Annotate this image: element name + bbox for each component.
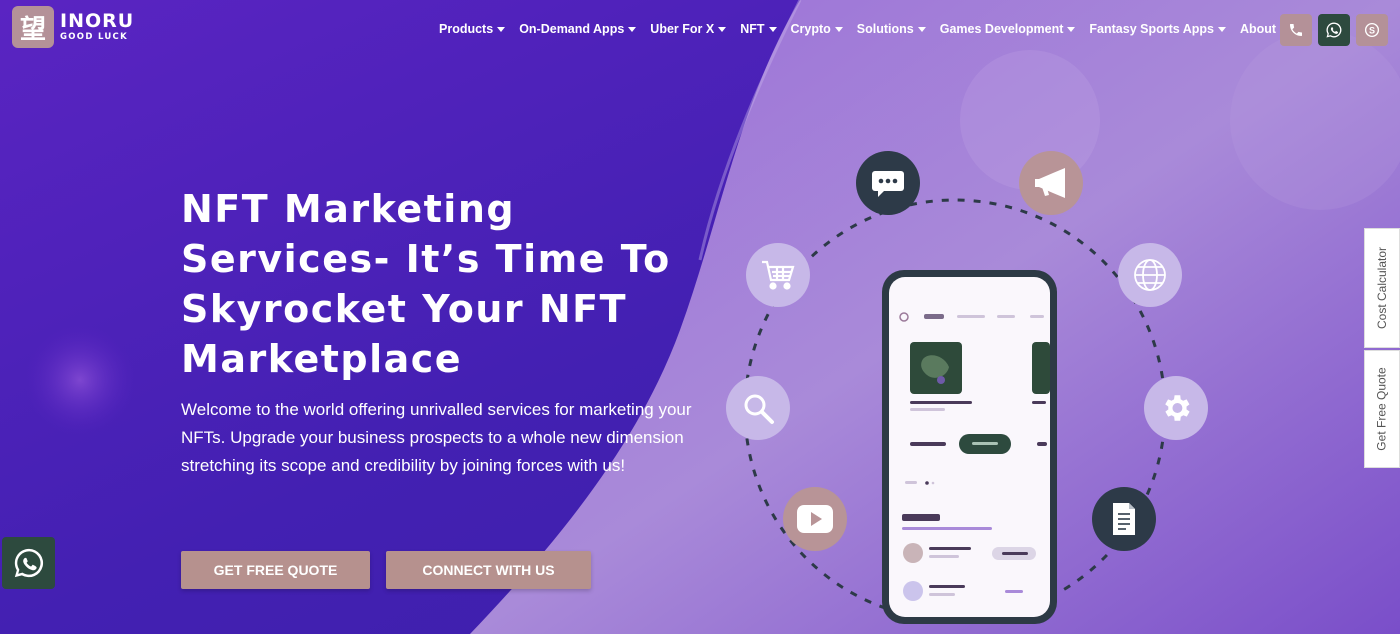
whatsapp-button[interactable] xyxy=(1318,14,1350,46)
megaphone-icon xyxy=(1019,151,1083,215)
nav-crypto[interactable]: Crypto xyxy=(791,22,843,36)
chevron-down-icon xyxy=(497,26,506,32)
nav-nft[interactable]: NFT xyxy=(740,22,777,36)
document-icon xyxy=(1092,487,1156,551)
logo-mark: 望 xyxy=(12,6,54,48)
chevron-down-icon xyxy=(834,26,843,32)
skype-icon: S xyxy=(1364,22,1380,38)
app-preview-graphic xyxy=(899,312,1050,601)
nav-games-development[interactable]: Games Development xyxy=(940,22,1076,36)
nav-products[interactable]: Products xyxy=(439,22,506,36)
cart-icon xyxy=(746,243,810,307)
svg-text:S: S xyxy=(1369,25,1375,35)
get-free-quote-button[interactable]: GET FREE QUOTE xyxy=(181,551,370,589)
video-play-icon xyxy=(783,487,847,551)
chat-icon xyxy=(856,151,920,215)
hero-title: NFT Marketing Services- It’s Time To Sky… xyxy=(181,187,671,381)
get-free-quote-tab[interactable]: Get Free Quote xyxy=(1364,350,1400,468)
chevron-down-icon xyxy=(917,26,926,32)
phone-button[interactable] xyxy=(1280,14,1312,46)
cost-calculator-tab[interactable]: Cost Calculator xyxy=(1364,228,1400,348)
brand-logo[interactable]: 望 INORU GOOD LUCK xyxy=(12,6,134,48)
main-nav: Products On-Demand Apps Uber For X NFT C… xyxy=(439,22,1310,36)
chevron-down-icon xyxy=(768,26,777,32)
whatsapp-icon xyxy=(1326,22,1342,38)
connect-with-us-button[interactable]: CONNECT WITH US xyxy=(386,551,591,589)
chevron-down-icon xyxy=(1067,26,1076,32)
globe-icon xyxy=(1118,243,1182,307)
nav-on-demand-apps[interactable]: On-Demand Apps xyxy=(519,22,637,36)
chevron-down-icon xyxy=(1217,26,1226,32)
phone-mockup xyxy=(882,270,1057,624)
nav-solutions[interactable]: Solutions xyxy=(857,22,926,36)
whatsapp-float-button[interactable] xyxy=(2,537,55,589)
hero-description: Welcome to the world offering unrivalled… xyxy=(181,400,692,475)
whatsapp-icon xyxy=(14,548,43,578)
chevron-down-icon xyxy=(718,26,727,32)
brand-name: INORU xyxy=(60,10,135,33)
gear-icon xyxy=(1144,376,1208,440)
brand-tagline: GOOD LUCK xyxy=(60,32,128,43)
search-icon xyxy=(726,376,790,440)
phone-icon xyxy=(1290,24,1302,36)
phone-screen xyxy=(889,277,1050,617)
nav-fantasy-sports-apps[interactable]: Fantasy Sports Apps xyxy=(1089,22,1226,36)
skype-button[interactable]: S xyxy=(1356,14,1388,46)
nav-uber-for-x[interactable]: Uber For X xyxy=(650,22,727,36)
chevron-down-icon xyxy=(628,26,637,32)
